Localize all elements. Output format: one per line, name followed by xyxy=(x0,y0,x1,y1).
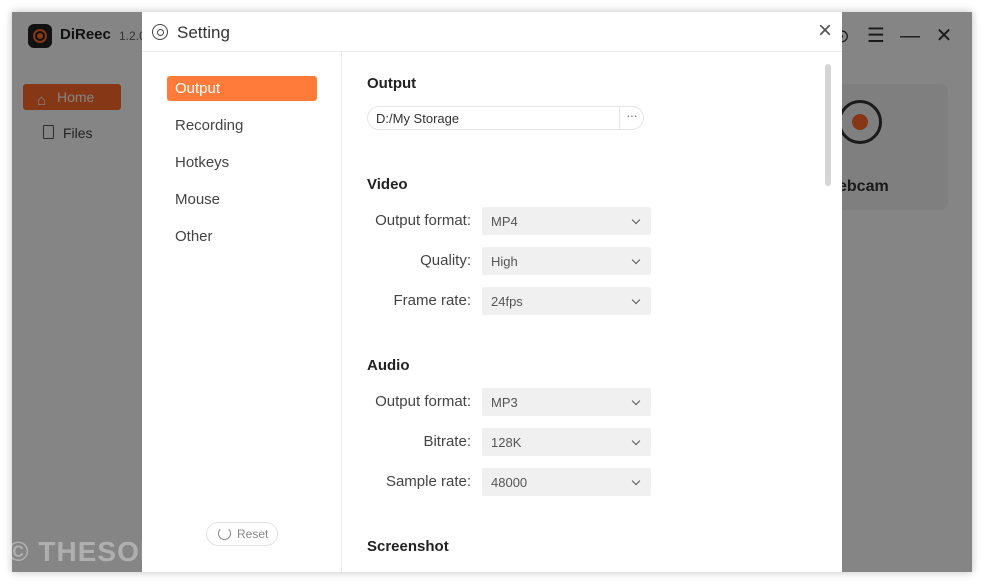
settings-nav: Output Recording Hotkeys Mouse Other Res… xyxy=(142,52,342,572)
screenshot-heading: Screenshot xyxy=(367,538,449,555)
nav-item-mouse[interactable]: Mouse xyxy=(167,187,317,212)
browse-more-button[interactable]: ··· xyxy=(619,107,643,129)
chevron-down-icon xyxy=(631,436,641,446)
reset-label: Reset xyxy=(237,527,269,541)
video-format-label: Output format: xyxy=(375,212,471,229)
audio-bitrate-select[interactable]: 128K xyxy=(482,428,651,456)
dialog-header: Setting × xyxy=(142,12,842,52)
gear-icon xyxy=(152,24,168,40)
chevron-down-icon xyxy=(631,295,641,305)
nav-item-output[interactable]: Output xyxy=(167,76,317,101)
video-format-select[interactable]: MP4 xyxy=(482,207,651,235)
output-heading: Output xyxy=(367,75,417,92)
settings-content: Output D:/My Storage ··· Video Output fo… xyxy=(343,52,842,572)
video-framerate-label: Frame rate: xyxy=(393,292,471,309)
settings-dialog: Setting × Output Recording Hotkeys Mouse… xyxy=(142,12,842,572)
audio-heading: Audio xyxy=(367,357,410,374)
video-framerate-select[interactable]: 24fps xyxy=(482,287,651,315)
nav-item-recording[interactable]: Recording xyxy=(167,113,317,138)
output-path-field[interactable]: D:/My Storage ··· xyxy=(367,106,644,130)
scrollbar[interactable] xyxy=(825,64,831,186)
output-path-value: D:/My Storage xyxy=(376,111,460,126)
video-format-value: MP4 xyxy=(491,214,518,229)
nav-item-hotkeys[interactable]: Hotkeys xyxy=(167,150,317,175)
audio-format-select[interactable]: MP3 xyxy=(482,388,651,416)
audio-bitrate-value: 128K xyxy=(491,435,522,450)
chevron-down-icon xyxy=(631,255,641,265)
video-quality-value: High xyxy=(491,254,518,269)
reset-icon xyxy=(218,527,231,540)
video-quality-select[interactable]: High xyxy=(482,247,651,275)
audio-samplerate-value: 48000 xyxy=(491,475,528,490)
audio-bitrate-label: Bitrate: xyxy=(423,433,471,450)
audio-format-label: Output format: xyxy=(375,393,471,410)
audio-samplerate-select[interactable]: 48000 xyxy=(482,468,651,496)
reset-button[interactable]: Reset xyxy=(206,522,278,546)
chevron-down-icon xyxy=(631,396,641,406)
video-heading: Video xyxy=(367,176,408,193)
close-icon[interactable]: × xyxy=(814,19,836,43)
audio-samplerate-label: Sample rate: xyxy=(385,473,471,490)
chevron-down-icon xyxy=(631,476,641,486)
video-framerate-value: 24fps xyxy=(491,294,523,309)
nav-item-other[interactable]: Other xyxy=(167,224,317,249)
dialog-title: Setting xyxy=(177,23,230,42)
chevron-down-icon xyxy=(631,215,641,225)
video-quality-label: Quality: xyxy=(420,252,471,269)
audio-format-value: MP3 xyxy=(491,395,518,410)
